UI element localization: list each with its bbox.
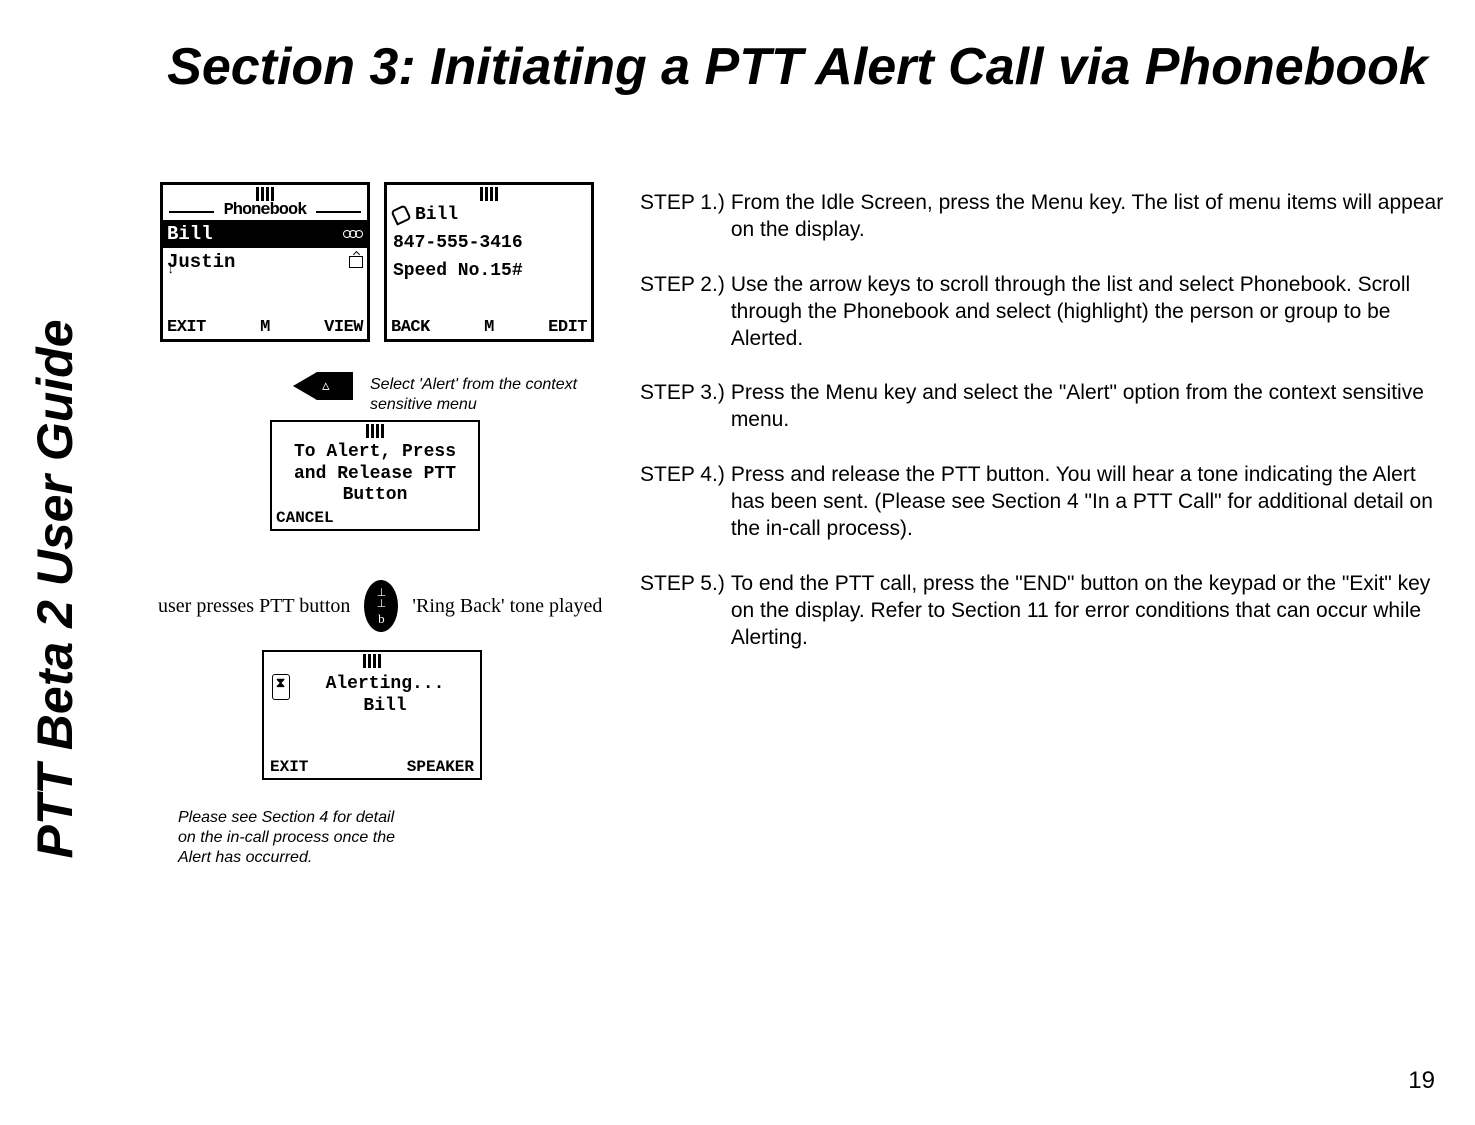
softkey-edit[interactable]: EDIT bbox=[548, 318, 587, 337]
step-body: To end the PTT call, press the "END" but… bbox=[725, 571, 1455, 652]
footnote: Please see Section 4 for detail on the i… bbox=[178, 808, 398, 868]
ptt-button-icon: ⊥⊥b bbox=[364, 580, 398, 632]
alerting-line1: Alerting... bbox=[298, 674, 472, 696]
alert-line1: To Alert, Press bbox=[278, 442, 472, 464]
signal-icon bbox=[256, 187, 274, 201]
alerting-line2: Bill bbox=[298, 696, 472, 718]
ptt-right-caption: 'Ring Back' tone played bbox=[412, 595, 602, 618]
phone-icon bbox=[390, 204, 411, 225]
step-body: Use the arrow keys to scroll through the… bbox=[725, 272, 1455, 353]
alerting-screen: Alerting... Bill EXIT SPEAKER bbox=[262, 650, 482, 780]
alert-line2: and Release PTT bbox=[278, 464, 472, 486]
signal-icon bbox=[366, 424, 384, 438]
context-menu-note: Select 'Alert' from the context sensitiv… bbox=[370, 375, 630, 415]
alert-line3: Button bbox=[278, 485, 472, 507]
softkey-menu[interactable]: M bbox=[260, 318, 270, 337]
ptt-left-caption: user presses PTT button bbox=[158, 595, 350, 618]
step-label: STEP 5.) bbox=[640, 571, 725, 652]
softkey-exit[interactable]: EXIT bbox=[270, 758, 308, 776]
step-label: STEP 3.) bbox=[640, 380, 725, 434]
alert-prompt-screen: To Alert, Press and Release PTT Button C… bbox=[270, 420, 480, 531]
step-body: Press and release the PTT button. You wi… bbox=[725, 462, 1455, 543]
detail-number: 847-555-3416 bbox=[393, 233, 523, 253]
phonebook-header: Phonebook bbox=[163, 201, 367, 220]
contact-icon bbox=[345, 230, 363, 238]
step-row: STEP 1.) From the Idle Screen, press the… bbox=[640, 190, 1455, 244]
step-label: STEP 4.) bbox=[640, 462, 725, 543]
step-row: STEP 2.) Use the arrow keys to scroll th… bbox=[640, 272, 1455, 353]
signal-icon bbox=[480, 187, 498, 201]
device-icon bbox=[349, 256, 363, 268]
contact-detail-screen: Bill 847-555-3416 Speed No.15# BACK M ED… bbox=[384, 182, 594, 342]
step-label: STEP 2.) bbox=[640, 272, 725, 353]
step-body: From the Idle Screen, press the Menu key… bbox=[725, 190, 1455, 244]
signal-icon bbox=[363, 654, 381, 668]
detail-speed: Speed No.15# bbox=[393, 261, 523, 281]
softkey-speaker[interactable]: SPEAKER bbox=[407, 758, 474, 776]
softkey-exit[interactable]: EXIT bbox=[167, 318, 206, 337]
steps-column: STEP 1.) From the Idle Screen, press the… bbox=[640, 190, 1455, 679]
step-body: Press the Menu key and select the "Alert… bbox=[725, 380, 1455, 434]
section-title: Section 3: Initiating a PTT Alert Call v… bbox=[150, 38, 1445, 98]
hourglass-icon bbox=[272, 674, 290, 700]
page-number: 19 bbox=[1408, 1067, 1435, 1095]
softkey-back[interactable]: BACK bbox=[391, 318, 430, 337]
step-row: STEP 5.) To end the PTT call, press the … bbox=[640, 571, 1455, 652]
phonebook-name-justin: Justin bbox=[167, 251, 235, 273]
phonebook-row: Justin bbox=[163, 248, 367, 276]
step-label: STEP 1.) bbox=[640, 190, 725, 244]
phonebook-selected-row: Bill bbox=[163, 220, 367, 248]
phonebook-list-screen: Phonebook Bill Justin EXIT M VIEW bbox=[160, 182, 370, 342]
guide-title-sidebar: PTT Beta 2 User Guide bbox=[26, 319, 84, 858]
detail-name: Bill bbox=[415, 205, 458, 225]
softkey-menu[interactable]: M bbox=[484, 318, 494, 337]
phonebook-name-bill: Bill bbox=[167, 223, 213, 245]
step-row: STEP 4.) Press and release the PTT butto… bbox=[640, 462, 1455, 543]
context-arrow-icon bbox=[293, 372, 353, 400]
softkey-cancel[interactable]: CANCEL bbox=[272, 509, 478, 529]
softkey-view[interactable]: VIEW bbox=[324, 318, 363, 337]
step-row: STEP 3.) Press the Menu key and select t… bbox=[640, 380, 1455, 434]
